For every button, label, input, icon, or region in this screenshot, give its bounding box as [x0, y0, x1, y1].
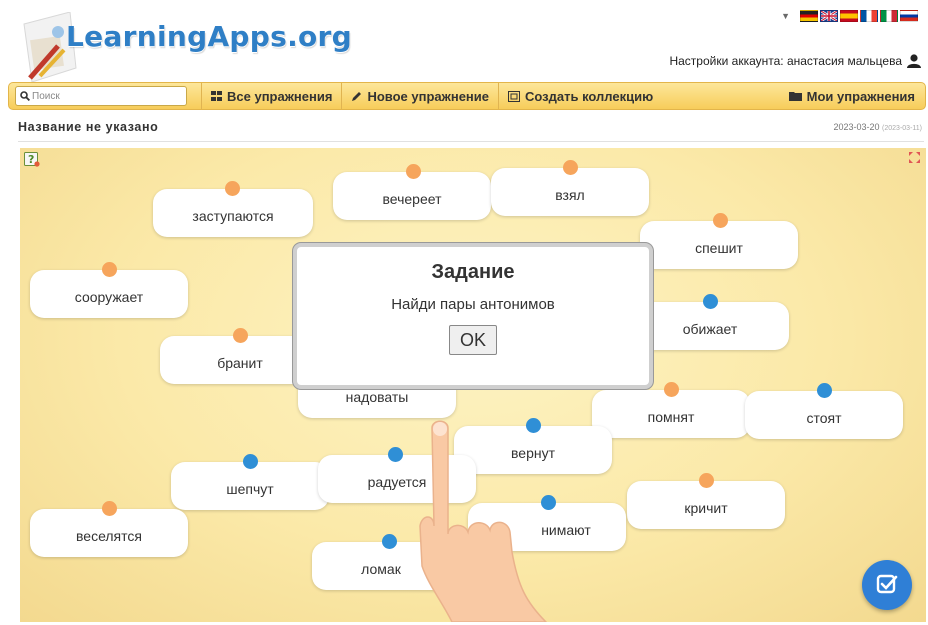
connector-dot[interactable] — [243, 454, 258, 469]
check-icon — [876, 574, 898, 594]
new-exercise-link[interactable]: Новое упражнение — [341, 83, 498, 109]
word-label: ломак — [361, 561, 401, 577]
check-answers-button[interactable] — [862, 560, 912, 610]
word-label: обижает — [682, 321, 738, 337]
account-settings[interactable]: Настройки аккаунта: анастасия мальцева — [669, 54, 922, 68]
word-label: бранит — [217, 355, 263, 371]
language-selector[interactable]: ▼ — [781, 10, 918, 22]
chevron-down-icon[interactable]: ▼ — [781, 11, 790, 21]
date-small: (2023-03-11) — [882, 125, 922, 132]
svg-text:?: ? — [28, 153, 34, 166]
account-label[interactable]: Настройки аккаунта: анастасия мальцева — [669, 54, 902, 68]
connector-dot[interactable] — [388, 447, 403, 462]
dialog-text: Найди пары антонимов — [391, 296, 555, 313]
word-label: стоят — [806, 410, 842, 426]
collection-icon — [508, 90, 521, 102]
logo-text[interactable]: LearningApps.org — [66, 20, 352, 53]
word-label: кричит — [684, 500, 728, 516]
word-label: шепчут — [226, 481, 274, 497]
word-card[interactable]: стоят — [745, 383, 903, 439]
word-card[interactable]: вечереет — [333, 164, 491, 220]
hand-pointer-icon — [419, 420, 548, 622]
word-label: помнят — [647, 409, 695, 425]
flag-it-icon[interactable] — [880, 10, 898, 22]
connector-dot[interactable] — [664, 382, 679, 397]
connector-dot[interactable] — [102, 501, 117, 516]
help-icon[interactable]: ? — [24, 151, 40, 167]
grid-icon — [211, 91, 222, 101]
connector-dot[interactable] — [703, 294, 718, 309]
create-collection-label: Создать коллекцию — [525, 88, 654, 104]
word-card[interactable]: шепчут — [171, 454, 329, 510]
page-title: Название не указано — [18, 120, 159, 134]
word-card[interactable]: сооружает — [30, 262, 188, 318]
task-dialog: Задание Найди пары антонимов OK — [293, 243, 653, 389]
date-value: 2023-03-20 — [833, 122, 880, 132]
fullscreen-icon[interactable] — [909, 152, 920, 163]
connector-dot[interactable] — [699, 473, 714, 488]
connector-dot[interactable] — [713, 213, 728, 228]
user-icon[interactable] — [906, 54, 922, 68]
word-card[interactable]: помнят — [592, 382, 750, 438]
word-label: заступаются — [192, 208, 274, 224]
flag-es-icon[interactable] — [840, 10, 858, 22]
connector-dot[interactable] — [225, 181, 240, 196]
main-toolbar: Поиск Все упражнения Новое упражнение Со… — [8, 82, 926, 110]
my-exercises-label: Мои упражнения — [806, 88, 915, 104]
ok-button[interactable]: OK — [449, 325, 497, 355]
word-card[interactable]: обижает — [631, 294, 789, 350]
new-exercise-label: Новое упражнение — [367, 88, 490, 104]
all-exercises-link[interactable]: Все упражнения — [201, 83, 341, 109]
connector-dot[interactable] — [817, 383, 832, 398]
flag-gb-icon[interactable] — [820, 10, 838, 22]
page: LearningApps.org ▼ Настройки аккаунта: а… — [0, 0, 928, 625]
word-label: спешит — [695, 240, 743, 256]
create-collection-link[interactable]: Создать коллекцию — [498, 83, 662, 109]
word-card[interactable]: взял — [491, 160, 649, 216]
word-card[interactable]: спешит — [640, 213, 798, 269]
connector-dot[interactable] — [102, 262, 117, 277]
connector-dot[interactable] — [233, 328, 248, 343]
search-input[interactable]: Поиск — [15, 86, 187, 106]
search-placeholder: Поиск — [32, 90, 60, 102]
word-card[interactable]: веселятся — [30, 501, 188, 557]
flag-fr-icon[interactable] — [860, 10, 878, 22]
word-label: надоваты — [345, 389, 409, 405]
connector-dot[interactable] — [382, 534, 397, 549]
connector-dot[interactable] — [406, 164, 421, 179]
dialog-title: Задание — [431, 261, 515, 283]
exercise-title-row: Название не указано 2023-03-20 (2023-03-… — [18, 120, 924, 142]
folder-icon — [788, 92, 802, 101]
all-exercises-label: Все упражнения — [227, 88, 333, 104]
word-label: взял — [555, 187, 585, 203]
word-label: сооружает — [74, 289, 144, 305]
word-label: веселятся — [76, 528, 142, 544]
connector-dot[interactable] — [563, 160, 578, 175]
app-canvas: ? заступаются вечереет взял спешит соору… — [20, 148, 926, 622]
flag-de-icon[interactable] — [800, 10, 818, 22]
flag-ru-icon[interactable] — [900, 10, 918, 22]
word-card[interactable]: кричит — [627, 473, 785, 529]
my-exercises-link[interactable]: Мои упражнения — [780, 83, 925, 109]
date-label: 2023-03-20 (2023-03-11) — [833, 122, 922, 132]
word-label: вечереет — [382, 191, 442, 207]
pencil-icon — [352, 91, 362, 101]
search-icon — [20, 91, 30, 101]
word-card[interactable]: заступаются — [153, 181, 313, 237]
